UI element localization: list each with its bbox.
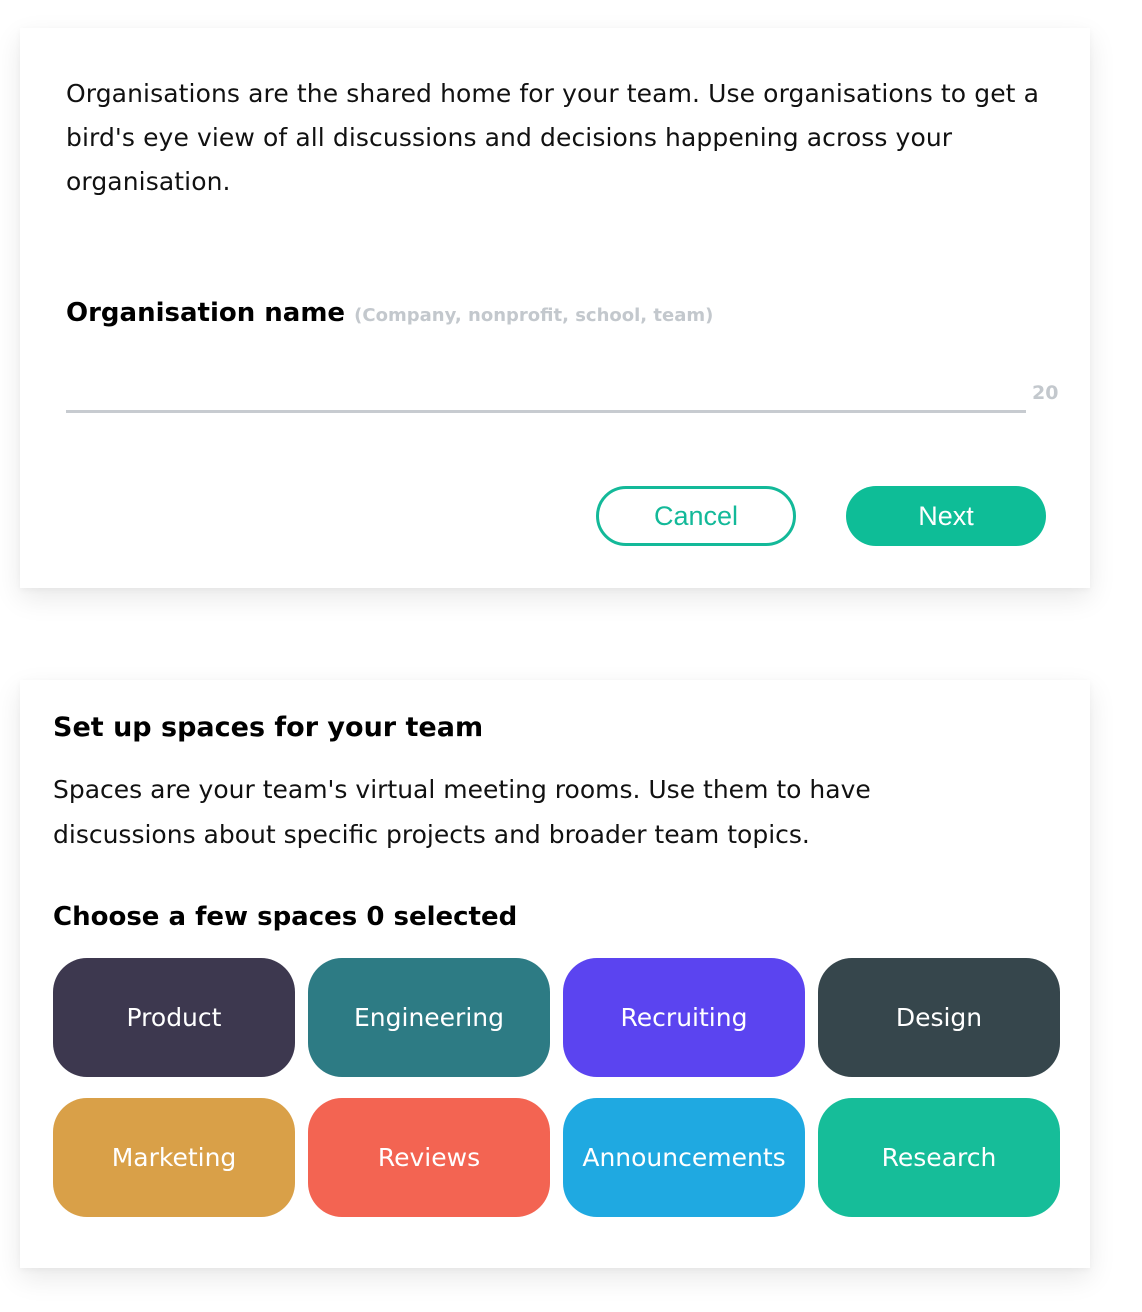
organisation-intro-text: Organisations are the shared home for yo…	[66, 79, 1040, 196]
space-option-reviews[interactable]: Reviews	[308, 1098, 550, 1217]
space-option-announcements[interactable]: Announcements	[563, 1098, 805, 1217]
choose-spaces-heading: Choose a few spaces 0 selected	[53, 902, 517, 932]
space-option-research[interactable]: Research	[818, 1098, 1060, 1217]
space-option-design[interactable]: Design	[818, 958, 1060, 1077]
space-option-engineering[interactable]: Engineering	[308, 958, 550, 1077]
space-option-recruiting[interactable]: Recruiting	[563, 958, 805, 1077]
space-options-grid: Product Engineering Recruiting Design Market…	[53, 958, 1060, 1217]
space-option-product[interactable]: Product	[53, 958, 295, 1077]
cancel-button[interactable]: Cancel	[596, 486, 796, 546]
spaces-setup-card: Set up spaces for your team Spaces are y…	[20, 680, 1090, 1268]
character-counter: 20	[1032, 382, 1059, 404]
next-button[interactable]: Next	[846, 486, 1046, 546]
selected-count: 0	[366, 902, 385, 932]
spaces-title: Set up spaces for your team	[53, 712, 484, 743]
choose-spaces-label: Choose a few spaces	[53, 902, 358, 932]
organisation-form-card: Organisations are the shared home for yo…	[20, 28, 1090, 588]
field-label-text: Organisation name	[66, 298, 346, 328]
field-hint-text: (Company, nonprofit, school, team)	[354, 305, 714, 326]
spaces-description: Spaces are your team's virtual meeting r…	[53, 775, 871, 849]
space-option-marketing[interactable]: Marketing	[53, 1098, 295, 1217]
organisation-name-label: Organisation name (Company, nonprofit, s…	[66, 298, 713, 328]
selected-suffix: selected	[393, 902, 518, 932]
organisation-name-input[interactable]	[66, 368, 1026, 413]
